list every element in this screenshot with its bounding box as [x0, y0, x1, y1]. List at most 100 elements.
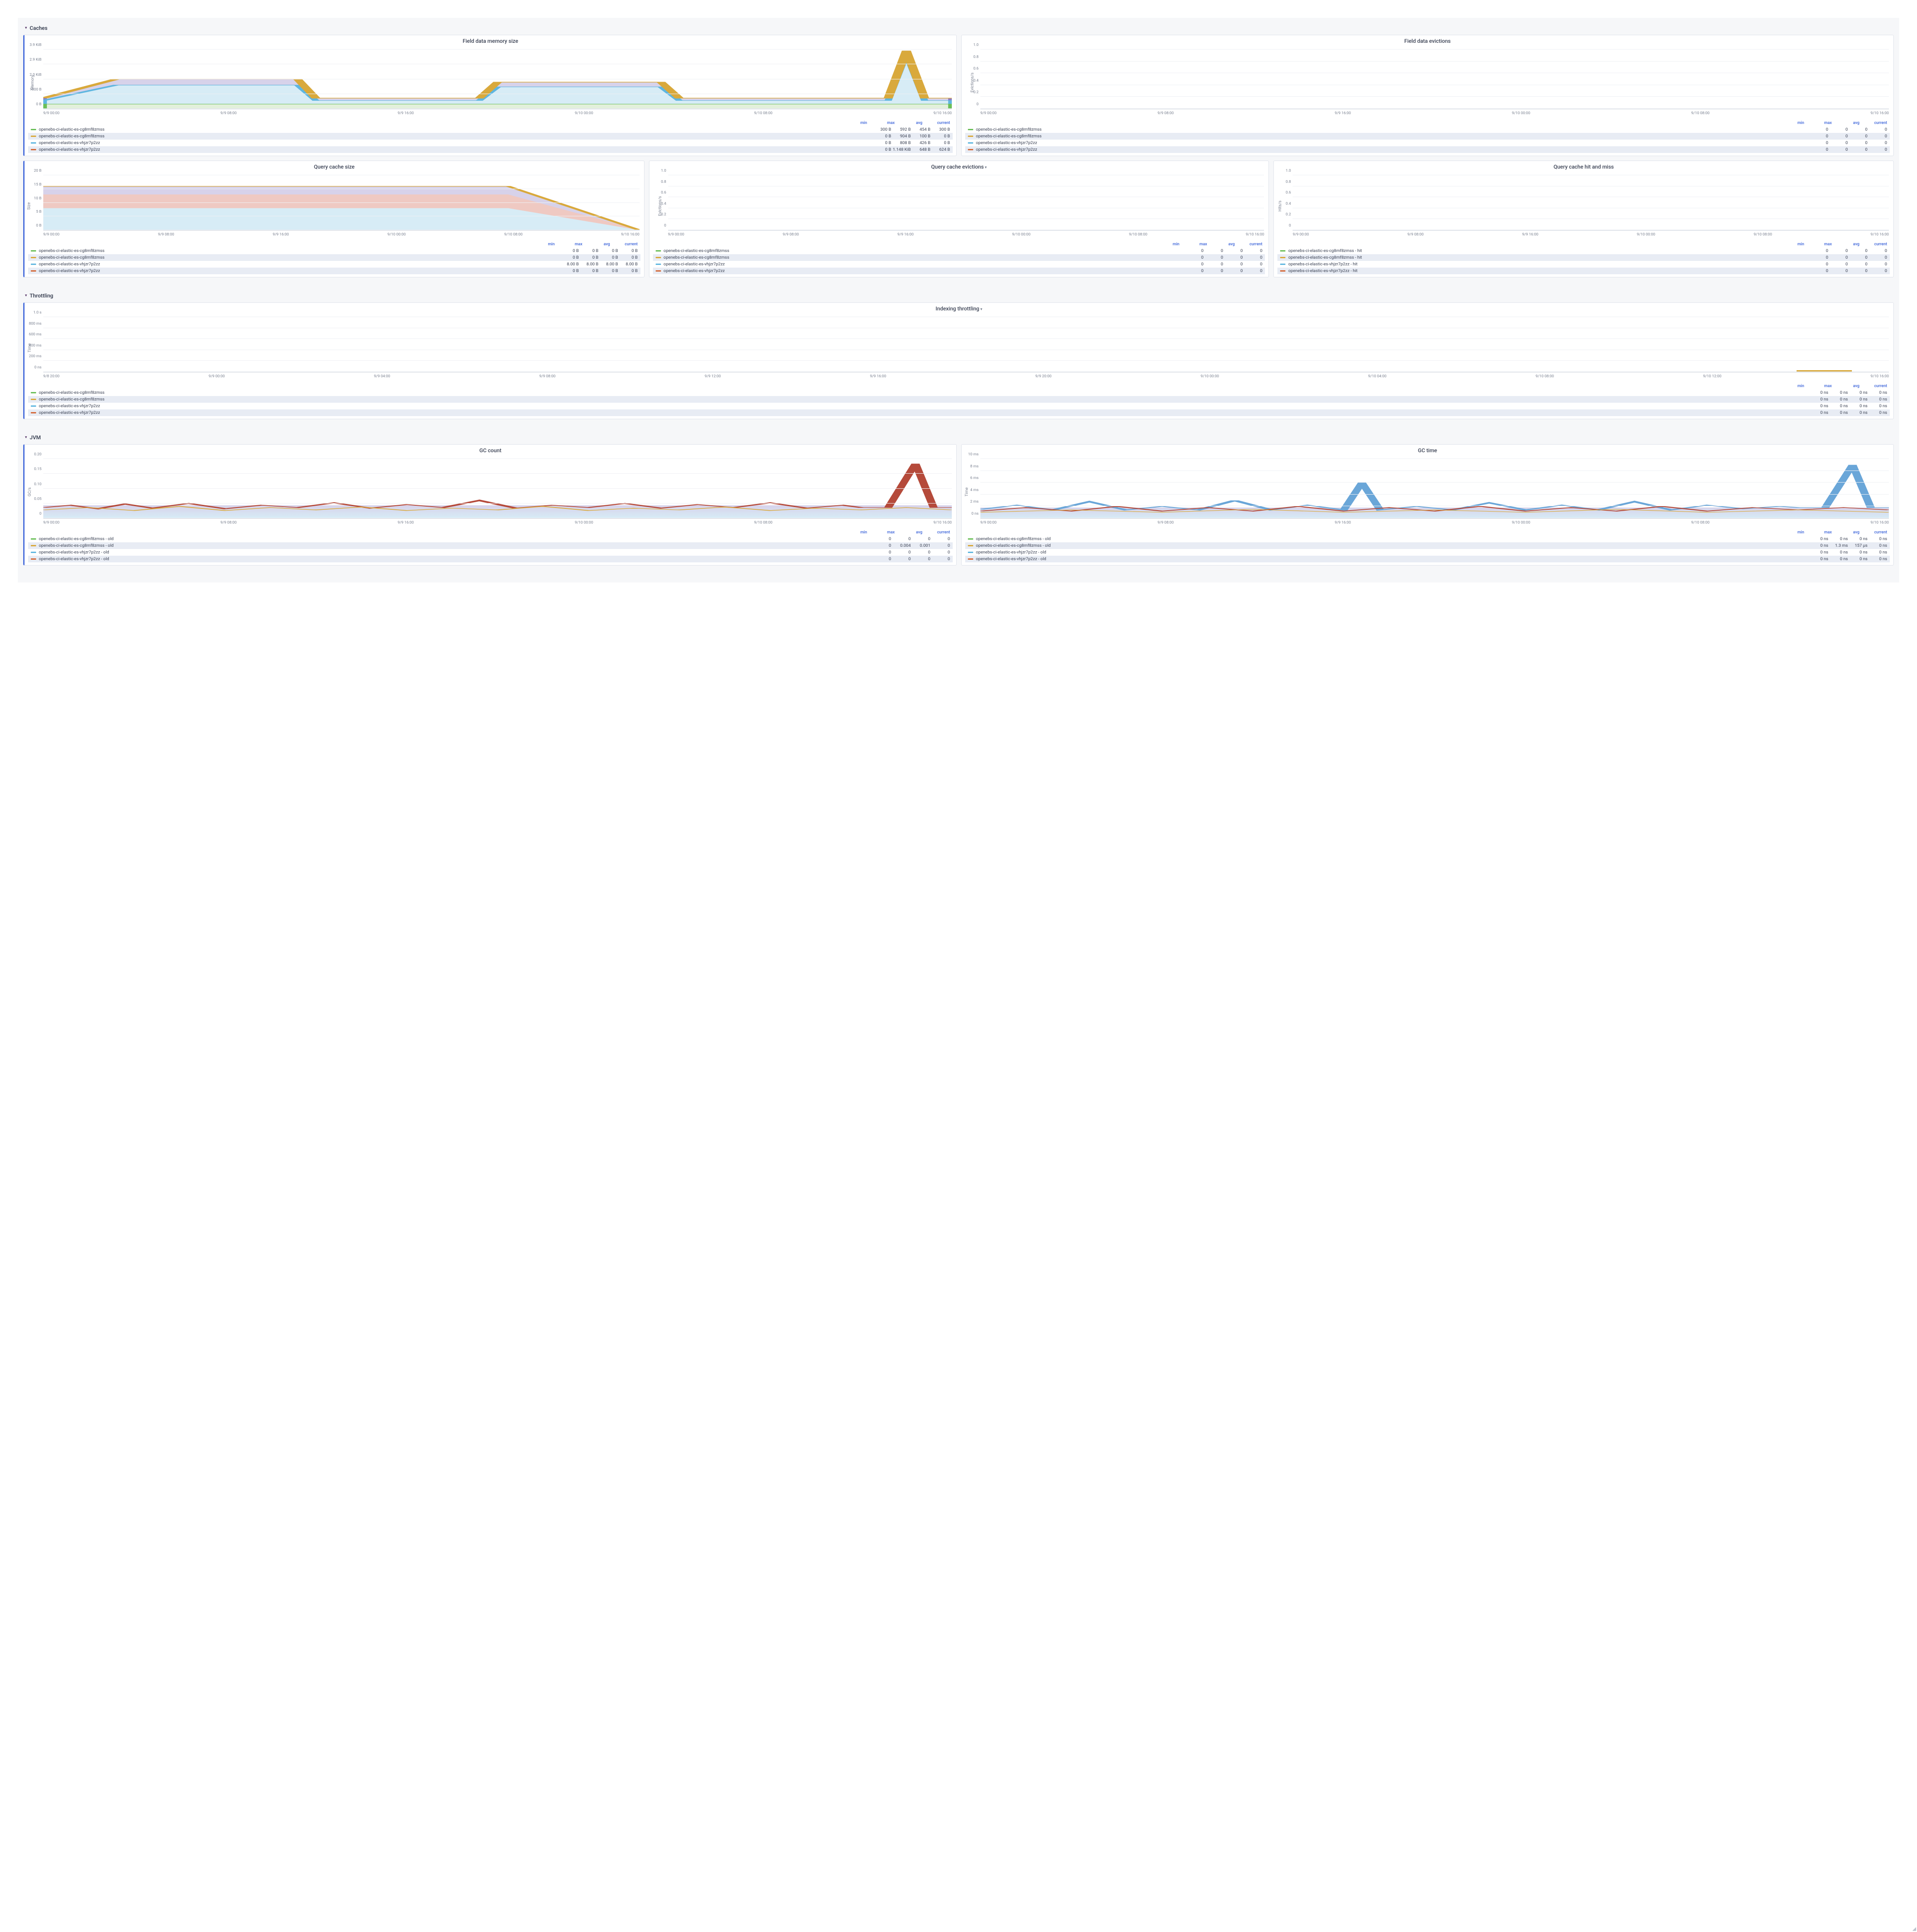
- x-tick: 9/10 08:00: [754, 520, 773, 527]
- legend-row[interactable]: openebs-ci-elastic-es-cg8mf8zmss - old00…: [28, 536, 953, 542]
- legend: minmaxavgcurrentopenebs-ci-elastic-es-cg…: [25, 381, 1893, 419]
- panel-field-data-evictions[interactable]: Field data evictions Evictions/s 00.20.4…: [961, 35, 1894, 156]
- resize-icon: ◢: [1913, 1928, 1916, 1931]
- legend-value: 0: [1848, 127, 1867, 132]
- legend-value: 0: [1848, 268, 1867, 273]
- legend-value: 0 ns: [1828, 390, 1848, 395]
- legend-value: 0 B: [579, 268, 599, 273]
- legend-header: minmaxavgcurrent: [965, 529, 1890, 536]
- legend-row[interactable]: openebs-ci-elastic-es-vhjzr7p2zz - hit00…: [1277, 261, 1890, 268]
- legend-value: 0: [1828, 134, 1848, 139]
- panel-gc-count[interactable]: GC count GC/s 00.050.100.150.20 9/9 00:0…: [23, 444, 957, 566]
- legend-value: 0: [1223, 248, 1243, 253]
- legend-series-name: openebs-ci-elastic-es-cg8mf8zmss: [976, 134, 1809, 139]
- legend-row[interactable]: openebs-ci-elastic-es-cg8mf8zmss - hit00…: [1277, 254, 1890, 261]
- legend-row[interactable]: openebs-ci-elastic-es-cg8mf8zmss0 ns0 ns…: [28, 389, 1890, 396]
- y-tick: 2.0 KiB: [26, 73, 41, 77]
- legend-row[interactable]: openebs-ci-elastic-es-vhjzr7p2zz0000: [653, 261, 1265, 268]
- section-throttling-header[interactable]: ▾ Throttling: [23, 290, 1894, 302]
- legend-series-name: openebs-ci-elastic-es-cg8mf8zmss: [39, 127, 872, 132]
- legend-row[interactable]: openebs-ci-elastic-es-vhjzr7p2zz - old00…: [28, 556, 953, 562]
- legend-series-name: openebs-ci-elastic-es-vhjzr7p2zz: [664, 262, 1184, 267]
- panel-query-cache-hit-miss[interactable]: Query cache hit and miss Hits/s 00.20.40…: [1273, 161, 1894, 277]
- legend-row[interactable]: openebs-ci-elastic-es-cg8mf8zmss0000: [965, 126, 1890, 133]
- x-tick: 9/10 00:00: [1201, 374, 1219, 380]
- y-tick: 1.0: [651, 169, 666, 173]
- panel-title: Query cache hit and miss: [1274, 161, 1893, 173]
- legend-value: 100 B: [911, 134, 930, 139]
- x-tick: 9/8 20:00: [43, 374, 59, 380]
- color-swatch-icon: [968, 136, 973, 137]
- x-tick: 9/9 00:00: [668, 232, 684, 239]
- x-tick: 9/9 08:00: [1157, 111, 1173, 117]
- resize-icon: ◢: [1913, 1928, 1916, 1931]
- y-tick: 1.0: [1276, 169, 1291, 173]
- legend-row[interactable]: openebs-ci-elastic-es-vhjzr7p2zz0000: [965, 146, 1890, 153]
- legend-value: 0 ns: [1848, 390, 1867, 395]
- legend-value: 1.148 KiB: [891, 147, 911, 152]
- legend-value: 426 B: [911, 140, 930, 145]
- legend-row[interactable]: openebs-ci-elastic-es-vhjzr7p2zz0000: [653, 268, 1265, 274]
- y-tick: 400 ms: [26, 343, 41, 348]
- panel-gc-time[interactable]: GC time Time 0 ns2 ms4 ms6 ms8 ms10 ms 9…: [961, 444, 1894, 566]
- color-swatch-icon: [31, 136, 36, 137]
- resize-icon: ◢: [1913, 1928, 1916, 1931]
- y-tick: 0 B: [26, 102, 41, 107]
- x-tick: 9/10 00:00: [1512, 520, 1530, 527]
- x-ticks: 9/8 20:009/9 00:009/9 04:009/9 08:009/9 …: [43, 374, 1889, 380]
- legend-row[interactable]: openebs-ci-elastic-es-vhjzr7p2zz0000: [965, 140, 1890, 146]
- y-tick: 20 B: [26, 169, 41, 173]
- legend-row[interactable]: openebs-ci-elastic-es-vhjzr7p2zz8.00 B8.…: [28, 261, 640, 268]
- section-jvm-header[interactable]: ▾ JVM: [23, 432, 1894, 444]
- y-tick: 0.6: [651, 190, 666, 195]
- legend-row[interactable]: openebs-ci-elastic-es-vhjzr7p2zz0 B0 B0 …: [28, 268, 640, 274]
- y-axis-label: Size: [27, 202, 31, 210]
- legend-row[interactable]: openebs-ci-elastic-es-vhjzr7p2zz - old00…: [28, 549, 953, 556]
- x-tick: 9/9 16:00: [398, 111, 414, 117]
- legend-series-name: openebs-ci-elastic-es-cg8mf8zmss: [664, 255, 1184, 260]
- legend-value: 0 B: [579, 255, 599, 260]
- panel-field-data-memory[interactable]: Field data memory size Memory 0 B1000 B2…: [23, 35, 957, 156]
- panel-query-cache-size[interactable]: Query cache size Size 0 B5 B10 B15 B20 B…: [23, 161, 645, 277]
- legend-row[interactable]: openebs-ci-elastic-es-cg8mf8zmss - old0 …: [965, 536, 1890, 542]
- y-tick: 2 ms: [963, 500, 979, 504]
- legend-value: 0 B: [618, 268, 638, 273]
- legend-row[interactable]: openebs-ci-elastic-es-cg8mf8zmss0 B0 B0 …: [28, 254, 640, 261]
- legend-row[interactable]: openebs-ci-elastic-es-vhjzr7p2zz0 ns0 ns…: [28, 403, 1890, 409]
- x-tick: 9/10 08:00: [1129, 232, 1147, 239]
- legend-row[interactable]: openebs-ci-elastic-es-cg8mf8zmss0 B0 B0 …: [28, 248, 640, 254]
- legend-row[interactable]: openebs-ci-elastic-es-vhjzr7p2zz0 B1.148…: [28, 146, 953, 153]
- panel-indexing-throttling[interactable]: Indexing throttling Time 0 ns200 ms400 m…: [23, 302, 1894, 419]
- legend-row[interactable]: openebs-ci-elastic-es-cg8mf8zmss0 B904 B…: [28, 133, 953, 140]
- x-ticks: 9/9 00:009/9 08:009/9 16:009/10 00:009/1…: [43, 111, 952, 117]
- legend-series-name: openebs-ci-elastic-es-cg8mf8zmss - old: [39, 537, 872, 541]
- legend-value: 808 B: [891, 140, 911, 145]
- legend-row[interactable]: openebs-ci-elastic-es-cg8mf8zmss300 B592…: [28, 126, 953, 133]
- color-swatch-icon: [31, 264, 36, 265]
- legend-row[interactable]: openebs-ci-elastic-es-vhjzr7p2zz0 ns0 ns…: [28, 409, 1890, 416]
- resize-icon: ◢: [1913, 1928, 1916, 1931]
- color-swatch-icon: [1280, 270, 1285, 272]
- legend-row[interactable]: openebs-ci-elastic-es-vhjzr7p2zz - old0 …: [965, 549, 1890, 556]
- chart-area: Memory 0 B1000 B2.0 KiB2.9 KiB3.9 KiB 9/…: [25, 47, 956, 118]
- section-caches-header[interactable]: ▾ Caches: [23, 22, 1894, 35]
- legend-value: 0 ns: [1867, 397, 1887, 402]
- y-tick: 0.15: [26, 467, 41, 471]
- legend-row[interactable]: openebs-ci-elastic-es-vhjzr7p2zz0 B808 B…: [28, 140, 953, 146]
- legend-row[interactable]: openebs-ci-elastic-es-cg8mf8zmss0000: [653, 254, 1265, 261]
- legend-row[interactable]: openebs-ci-elastic-es-vhjzr7p2zz - old0 …: [965, 556, 1890, 562]
- y-tick: 0.8: [651, 180, 666, 184]
- legend-row[interactable]: openebs-ci-elastic-es-cg8mf8zmss - old0 …: [965, 542, 1890, 549]
- legend-row[interactable]: openebs-ci-elastic-es-cg8mf8zmss0000: [653, 248, 1265, 254]
- chart-area: GC/s 00.050.100.150.20 9/9 00:009/9 08:0…: [25, 456, 956, 528]
- legend-row[interactable]: openebs-ci-elastic-es-vhjzr7p2zz - hit00…: [1277, 268, 1890, 274]
- y-tick: 0.4: [1276, 202, 1291, 206]
- legend-row[interactable]: openebs-ci-elastic-es-cg8mf8zmss - hit00…: [1277, 248, 1890, 254]
- legend-row[interactable]: openebs-ci-elastic-es-cg8mf8zmss0 ns0 ns…: [28, 396, 1890, 403]
- legend-row[interactable]: openebs-ci-elastic-es-cg8mf8zmss - old00…: [28, 542, 953, 549]
- legend-value: 0: [1203, 262, 1223, 267]
- panel-query-cache-evictions[interactable]: Query cache evictions Evictions/s 00.20.…: [649, 161, 1269, 277]
- legend-row[interactable]: openebs-ci-elastic-es-cg8mf8zmss0000: [965, 133, 1890, 140]
- legend-value: 0 ns: [1848, 410, 1867, 415]
- legend-series-name: openebs-ci-elastic-es-cg8mf8zmss - old: [976, 537, 1809, 541]
